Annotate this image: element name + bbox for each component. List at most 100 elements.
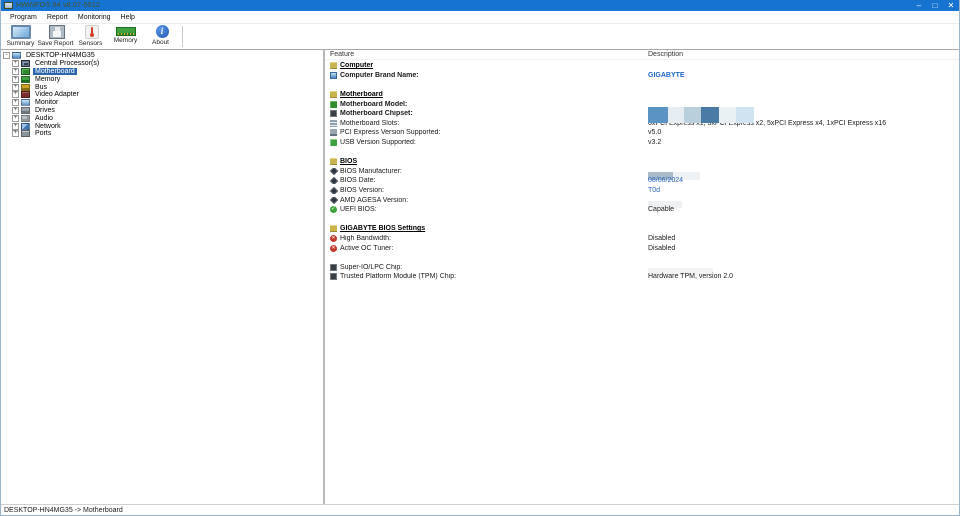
computer-icon (12, 52, 21, 59)
blank-row (325, 147, 959, 157)
menu-item-report[interactable]: Report (42, 14, 73, 21)
feature-cell: USB Version Supported: (325, 139, 648, 146)
toolbar-button-save-report[interactable]: Save Report (38, 24, 73, 49)
feature-row-bios-manufacturer[interactable]: BIOS Manufacturer: (325, 167, 959, 177)
tree-item-ports[interactable]: + Ports (1, 130, 323, 138)
column-header-feature[interactable]: Feature (325, 51, 648, 58)
expander-icon[interactable]: + (12, 115, 19, 122)
expander-icon[interactable]: + (12, 99, 19, 106)
feature-label: Active OC Tuner: (340, 245, 393, 252)
toolbar-button-sensors[interactable]: Sensors (73, 24, 108, 49)
section-row-bios[interactable]: BIOS (325, 157, 959, 167)
feature-row-high-bandwidth[interactable]: High Bandwidth:Disabled (325, 234, 959, 244)
feature-label: High Bandwidth: (340, 235, 391, 242)
feature-label: Motherboard Slots: (340, 120, 399, 127)
feature-cell: BIOS (325, 158, 648, 165)
expander-icon[interactable]: + (12, 68, 19, 75)
feature-row-usb-version-supported[interactable]: USB Version Supported: v3.2 (325, 138, 959, 148)
feature-cell: UEFI BIOS: (325, 206, 648, 213)
toolbar-button-summary[interactable]: Summary (3, 24, 38, 49)
folder-icon (330, 91, 337, 98)
feature-value: Hardware TPM, version 2.0 (648, 273, 733, 280)
tree-item-monitor[interactable]: +Monitor (1, 99, 323, 107)
minimize-button[interactable]: – (911, 0, 927, 11)
tree-item-label: Memory (33, 76, 62, 83)
menu-bar: ProgramReportMonitoringHelp (1, 11, 959, 24)
tree-item-network[interactable]: +Network (1, 122, 323, 130)
blank-row (325, 80, 959, 90)
save-report-floppy-icon (49, 25, 65, 39)
toolbar-button-label: Summary (7, 40, 35, 47)
column-header-description[interactable]: Description (648, 51, 959, 58)
tree-item-video-adapter[interactable]: +Video Adapter (1, 91, 323, 99)
toolbar-separator (182, 26, 183, 47)
feature-row-amd-agesa-version[interactable]: AMD AGESA Version: (325, 195, 959, 205)
error-icon (330, 235, 337, 242)
feature-label: UEFI BIOS: (340, 206, 377, 213)
bios-chip-icon (330, 177, 338, 184)
feature-cell: BIOS Version: (325, 187, 648, 194)
tree-item-central-processor-s[interactable]: +Central Processor(s) (1, 60, 323, 68)
tree-item-bus[interactable]: +Bus (1, 83, 323, 91)
memory-ram-icon (116, 27, 136, 36)
feature-row-bios-date[interactable]: BIOS Date:08/06/2024 (325, 176, 959, 186)
folder-icon (330, 158, 337, 165)
expander-icon[interactable]: + (12, 130, 19, 137)
tree-item-memory[interactable]: + Memory (1, 75, 323, 83)
tree-item-desktop-hn4mg35[interactable]: -DESKTOP-HN4MG35 (1, 52, 323, 60)
chip-icon (330, 264, 337, 271)
expander-icon[interactable]: + (12, 76, 19, 83)
feature-cell: Computer (325, 62, 648, 69)
status-text: DESKTOP-HN4MG35 -> Motherboard (4, 507, 123, 514)
blank-row (325, 253, 959, 263)
feature-label: Motherboard Chipset: (340, 110, 413, 117)
expander-icon[interactable]: - (3, 52, 10, 59)
feature-cell: Computer Brand Name: (325, 72, 648, 79)
feature-row-motherboard-slots[interactable]: Motherboard Slots:6xPCI Express x1, 3xPC… (325, 119, 959, 129)
tree-item-audio[interactable]: +Audio (1, 114, 323, 122)
feature-row-trusted-platform-module-tpm-chip[interactable]: Trusted Platform Module (TPM) Chip:Hardw… (325, 272, 959, 282)
expander-icon[interactable]: + (12, 107, 19, 114)
close-button[interactable]: ✕ (943, 0, 959, 11)
feature-label: PCI Express Version Supported: (340, 129, 440, 136)
section-row-computer[interactable]: Computer (325, 61, 959, 71)
tree-item-drives[interactable]: +Drives (1, 107, 323, 115)
toolbar-button-label: Sensors (79, 40, 103, 47)
tree-item-motherboard[interactable]: +Motherboard (1, 68, 323, 76)
maximize-button[interactable]: □ (927, 0, 943, 11)
feature-cell: Super-IO/LPC Chip: (325, 264, 648, 271)
section-row-motherboard[interactable]: Motherboard (325, 90, 959, 100)
menu-item-program[interactable]: Program (5, 14, 42, 21)
expander-icon[interactable]: + (12, 84, 19, 91)
folder-icon (330, 62, 337, 69)
network-icon (21, 123, 30, 130)
expander-icon[interactable]: + (12, 91, 19, 98)
menu-item-monitoring[interactable]: Monitoring (73, 14, 116, 21)
toolbar-button-about[interactable]: About (143, 24, 178, 49)
menu-item-help[interactable]: Help (116, 14, 140, 21)
tree-item-label: Ports (33, 130, 53, 137)
memory-icon (21, 76, 30, 83)
toolbar-button-label: Memory (114, 37, 137, 44)
feature-row-bios-version[interactable]: BIOS Version:T0d (325, 186, 959, 196)
feature-value: T0d (648, 187, 660, 194)
section-title: Computer (340, 62, 373, 69)
feature-label: Computer Brand Name: (340, 72, 419, 79)
section-title: BIOS (340, 158, 357, 165)
feature-row-uefi-bios[interactable]: UEFI BIOS: Capable (325, 205, 959, 215)
toolbar: SummarySave Report Sensors Memory About (1, 24, 959, 50)
feature-row-motherboard-chipset[interactable]: Motherboard Chipset: (325, 109, 959, 119)
feature-row-pci-express-version-supported[interactable]: PCI Express Version Supported:v5.0 (325, 128, 959, 138)
feature-label: USB Version Supported: (340, 139, 416, 146)
expander-icon[interactable]: + (12, 60, 19, 67)
toolbar-button-memory[interactable]: Memory (108, 24, 143, 49)
expander-icon[interactable]: + (12, 123, 19, 130)
feature-row-super-io-lpc-chip[interactable]: Super-IO/LPC Chip: (325, 262, 959, 272)
feature-row-computer-brand-name[interactable]: Computer Brand Name:GIGABYTE (325, 71, 959, 81)
description-cell: Capable (648, 206, 959, 213)
feature-row-motherboard-model[interactable]: Motherboard Model: (325, 99, 959, 109)
section-row-gigabyte-bios-settings[interactable]: GIGABYTE BIOS Settings (325, 224, 959, 234)
feature-row-active-oc-tuner[interactable]: Active OC Tuner:Disabled (325, 243, 959, 253)
description-cell: v3.2 (648, 139, 959, 146)
app-icon (4, 2, 13, 9)
